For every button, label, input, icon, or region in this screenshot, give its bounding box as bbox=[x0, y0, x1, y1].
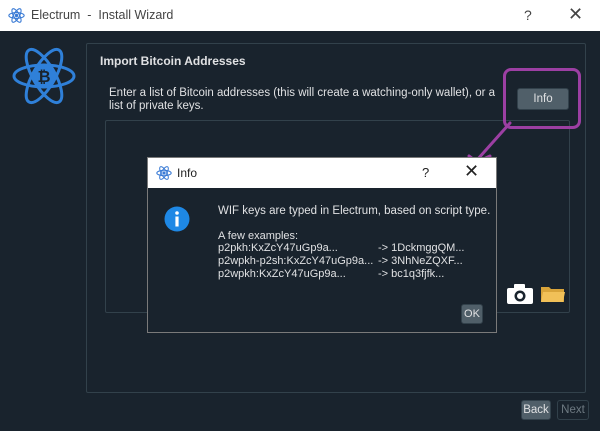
example-address: -> 1DckmggQM... bbox=[378, 242, 465, 254]
example-row: p2wpkh-p2sh:KxZcY47uGp9a... -> 3NhNeZQXF… bbox=[218, 255, 465, 268]
window-titlebar: Electrum - Install Wizard ? ✕ bbox=[0, 0, 600, 31]
page-title: Import Bitcoin Addresses bbox=[100, 54, 246, 68]
dialog-examples-title: A few examples: bbox=[218, 230, 299, 242]
back-button[interactable]: Back bbox=[521, 400, 551, 420]
svg-text:₿: ₿ bbox=[37, 67, 50, 86]
window-close-button[interactable]: ✕ bbox=[568, 4, 583, 25]
dialog-close-button[interactable]: ✕ bbox=[464, 161, 479, 182]
next-button[interactable]: Next bbox=[557, 400, 589, 420]
page-description: Enter a list of Bitcoin addresses (this … bbox=[109, 87, 496, 112]
window-title: Electrum - Install Wizard bbox=[31, 8, 174, 22]
window-help-button[interactable]: ? bbox=[524, 7, 532, 23]
example-key: p2wpkh:KxZcY47uGp9a... bbox=[218, 268, 346, 280]
electrum-app-icon bbox=[8, 8, 25, 23]
camera-icon[interactable] bbox=[506, 283, 534, 305]
info-icon bbox=[164, 206, 190, 232]
example-row: p2wpkh:KxZcY47uGp9a... -> bc1q3fjfk... bbox=[218, 268, 465, 281]
dialog-help-button[interactable]: ? bbox=[422, 165, 429, 180]
dialog-examples: p2pkh:KxZcY47uGp9a... -> 1DckmggQM... p2… bbox=[218, 242, 465, 281]
info-dialog: Info ? ✕ WIF keys are typed in Electrum,… bbox=[147, 157, 497, 333]
example-address: -> 3NhNeZQXF... bbox=[378, 255, 463, 267]
example-key: p2wpkh-p2sh:KxZcY47uGp9a... bbox=[218, 255, 374, 267]
ok-button[interactable]: OK bbox=[461, 304, 483, 324]
dialog-title: Info bbox=[177, 166, 198, 180]
example-key: p2pkh:KxZcY47uGp9a... bbox=[218, 242, 338, 254]
folder-icon[interactable] bbox=[540, 284, 566, 304]
dialog-message: WIF keys are typed in Electrum, based on… bbox=[218, 205, 491, 217]
dialog-titlebar: Info ? ✕ bbox=[148, 158, 496, 188]
electrum-dialog-icon bbox=[156, 166, 172, 180]
example-row: p2pkh:KxZcY47uGp9a... -> 1DckmggQM... bbox=[218, 242, 465, 255]
electrum-logo: ₿ bbox=[12, 47, 76, 105]
example-address: -> bc1q3fjfk... bbox=[378, 268, 445, 280]
